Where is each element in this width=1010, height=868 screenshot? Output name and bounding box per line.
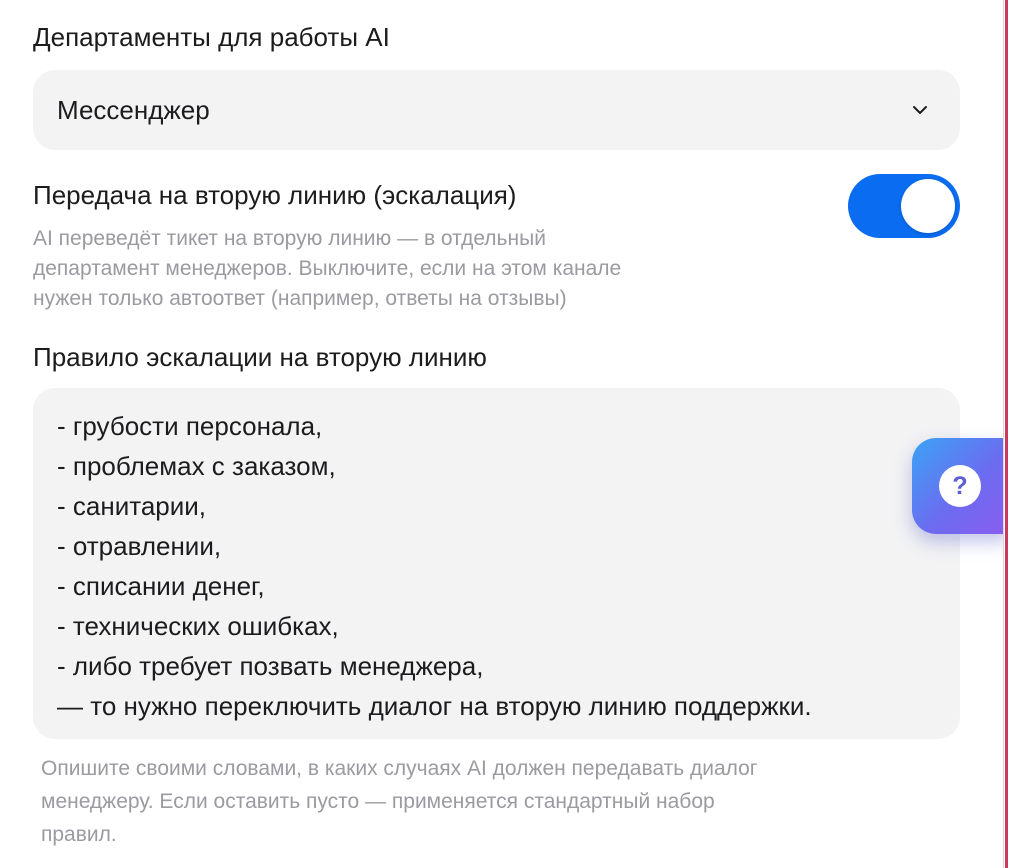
rule-line: - проблемах с заказом,	[57, 451, 336, 481]
settings-page: Департаменты для работы AI Мессенджер Пе…	[0, 0, 1010, 868]
escalation-rule-textarea[interactable]: - грубости персонала, - проблемах с зака…	[33, 388, 960, 739]
help-button[interactable]: ?	[912, 438, 1010, 534]
rule-line: - грубости персонала,	[57, 411, 323, 441]
hint-line: нужен только автоответ (например, ответы…	[33, 287, 567, 310]
rule-line: - санитарии,	[57, 491, 207, 521]
departments-label: Департаменты для работы AI	[33, 22, 390, 52]
escalation-rule-hint: Опишите своими словами, в каких случаях …	[41, 752, 757, 851]
departments-select-value: Мессенджер	[57, 95, 210, 125]
hint-line: AI переведёт тикет на вторую линию — в о…	[33, 227, 546, 250]
escalation-rule-label: Правило эскалации на вторую линию	[33, 342, 487, 372]
toggle-knob	[901, 179, 955, 233]
hint-line: правил.	[41, 823, 117, 846]
chevron-down-icon	[913, 106, 927, 114]
escalation-toggle[interactable]	[848, 174, 960, 238]
rule-line: - технических ошибках,	[57, 611, 339, 641]
help-icon: ?	[939, 465, 981, 507]
rule-line: - отравлении,	[57, 531, 222, 561]
hint-line: менеджеру. Если оставить пусто — применя…	[41, 790, 715, 813]
hint-line: департамент менеджеров. Выключите, если …	[33, 257, 622, 280]
rule-line: — то нужно переключить диалог на вторую …	[57, 691, 812, 721]
hint-line: Опишите своими словами, в каких случаях …	[41, 757, 758, 780]
rule-line: - либо требует позвать менеджера,	[57, 651, 484, 681]
escalation-toggle-hint: AI переведёт тикет на вторую линию — в о…	[33, 224, 621, 314]
rule-line: - списании денег,	[57, 571, 265, 601]
escalation-toggle-label: Передача на вторую линию (эскалация)	[33, 180, 517, 210]
panel-border-accent	[1005, 0, 1008, 868]
departments-select[interactable]: Мессенджер	[33, 70, 960, 150]
